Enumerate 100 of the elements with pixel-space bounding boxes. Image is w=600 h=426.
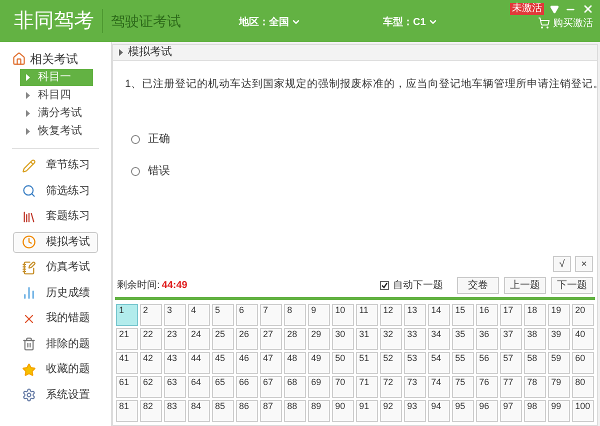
question-number[interactable]: 41: [116, 352, 138, 374]
subject-item[interactable]: 科目四: [20, 87, 93, 104]
menu-item[interactable]: 收藏的题: [13, 359, 98, 380]
question-number[interactable]: 50: [332, 352, 354, 374]
question-number[interactable]: 97: [500, 400, 522, 422]
question-number[interactable]: 58: [524, 352, 546, 374]
question-number[interactable]: 12: [380, 304, 402, 326]
radio-button[interactable]: [131, 134, 140, 144]
question-number[interactable]: 68: [284, 376, 306, 398]
question-number[interactable]: 45: [212, 352, 234, 374]
question-number[interactable]: 92: [380, 400, 402, 422]
answer-option[interactable]: 错误: [131, 163, 170, 180]
question-number[interactable]: 4: [188, 304, 210, 326]
question-number[interactable]: 16: [476, 304, 498, 326]
question-number[interactable]: 90: [332, 400, 354, 422]
question-number[interactable]: 59: [548, 352, 570, 374]
question-number[interactable]: 22: [140, 328, 162, 350]
question-number[interactable]: 38: [524, 328, 546, 350]
question-number[interactable]: 1: [116, 304, 138, 326]
question-number[interactable]: 13: [404, 304, 426, 326]
question-number[interactable]: 54: [428, 352, 450, 374]
nav-button[interactable]: 交卷: [457, 276, 499, 294]
question-number[interactable]: 63: [164, 376, 186, 398]
question-number[interactable]: 100: [572, 400, 594, 422]
question-number[interactable]: 84: [188, 400, 210, 422]
question-number[interactable]: 30: [332, 328, 354, 350]
question-number[interactable]: 73: [404, 376, 426, 398]
menu-item[interactable]: 仿真考试: [13, 257, 98, 278]
question-number[interactable]: 96: [476, 400, 498, 422]
question-number[interactable]: 35: [452, 328, 474, 350]
menu-item[interactable]: 历史成绩: [13, 282, 98, 304]
question-number[interactable]: 89: [308, 400, 330, 422]
question-number[interactable]: 19: [548, 304, 570, 326]
subject-item[interactable]: 满分考试: [20, 105, 93, 122]
radio-button[interactable]: [131, 167, 140, 176]
question-number[interactable]: 21: [116, 328, 138, 350]
answer-button[interactable]: √: [553, 256, 571, 272]
question-number[interactable]: 74: [428, 376, 450, 398]
question-number[interactable]: 70: [332, 376, 354, 398]
question-number[interactable]: 33: [404, 328, 426, 350]
question-number[interactable]: 6: [236, 304, 258, 326]
question-number[interactable]: 43: [164, 352, 186, 374]
menu-item[interactable]: 系统设置: [13, 384, 98, 406]
question-number[interactable]: 36: [476, 328, 498, 350]
question-number[interactable]: 31: [356, 328, 378, 350]
question-number[interactable]: 11: [356, 304, 378, 326]
question-number[interactable]: 69: [308, 376, 330, 398]
question-number[interactable]: 86: [236, 400, 258, 422]
question-number[interactable]: 32: [380, 328, 402, 350]
menu-item[interactable]: 章节练习: [13, 155, 98, 176]
question-number[interactable]: 28: [284, 328, 306, 350]
question-number[interactable]: 87: [260, 400, 282, 422]
checkbox[interactable]: [380, 280, 389, 290]
subject-item[interactable]: 恢复考试: [20, 123, 93, 140]
question-number[interactable]: 76: [476, 376, 498, 398]
question-number[interactable]: 52: [380, 352, 402, 374]
question-number[interactable]: 27: [260, 328, 282, 350]
question-number[interactable]: 82: [140, 400, 162, 422]
question-number[interactable]: 18: [524, 304, 546, 326]
question-number[interactable]: 29: [308, 328, 330, 350]
question-number[interactable]: 48: [284, 352, 306, 374]
menu-item[interactable]: 筛选练习: [13, 180, 98, 202]
question-number[interactable]: 44: [188, 352, 210, 374]
question-number[interactable]: 40: [572, 328, 594, 350]
question-number[interactable]: 98: [524, 400, 546, 422]
question-number[interactable]: 81: [116, 400, 138, 422]
question-number[interactable]: 80: [572, 376, 594, 398]
question-number[interactable]: 85: [212, 400, 234, 422]
nav-button[interactable]: 下一题: [551, 276, 593, 294]
question-number[interactable]: 20: [572, 304, 594, 326]
question-number[interactable]: 39: [548, 328, 570, 350]
question-number[interactable]: 55: [452, 352, 474, 374]
question-number[interactable]: 26: [236, 328, 258, 350]
question-number[interactable]: 15: [452, 304, 474, 326]
question-number[interactable]: 47: [260, 352, 282, 374]
question-number[interactable]: 78: [524, 376, 546, 398]
menu-item[interactable]: 我的错题: [13, 308, 98, 329]
question-number[interactable]: 75: [452, 376, 474, 398]
question-number[interactable]: 83: [164, 400, 186, 422]
question-number[interactable]: 49: [308, 352, 330, 374]
question-number[interactable]: 57: [500, 352, 522, 374]
menu-item[interactable]: 套题练习: [13, 206, 98, 227]
question-number[interactable]: 79: [548, 376, 570, 398]
question-number[interactable]: 46: [236, 352, 258, 374]
question-number[interactable]: 10: [332, 304, 354, 326]
question-number[interactable]: 8: [284, 304, 306, 326]
menu-item[interactable]: 模拟考试: [13, 232, 98, 252]
question-number[interactable]: 53: [404, 352, 426, 374]
menu-item[interactable]: 排除的题: [13, 334, 98, 354]
question-number[interactable]: 17: [500, 304, 522, 326]
question-number[interactable]: 95: [452, 400, 474, 422]
question-number[interactable]: 42: [140, 352, 162, 374]
question-number[interactable]: 77: [500, 376, 522, 398]
answer-option[interactable]: 正确: [131, 130, 170, 148]
question-number[interactable]: 37: [500, 328, 522, 350]
question-number[interactable]: 91: [356, 400, 378, 422]
question-number[interactable]: 88: [284, 400, 306, 422]
question-number[interactable]: 65: [212, 376, 234, 398]
question-number[interactable]: 51: [356, 352, 378, 374]
question-number[interactable]: 25: [212, 328, 234, 350]
